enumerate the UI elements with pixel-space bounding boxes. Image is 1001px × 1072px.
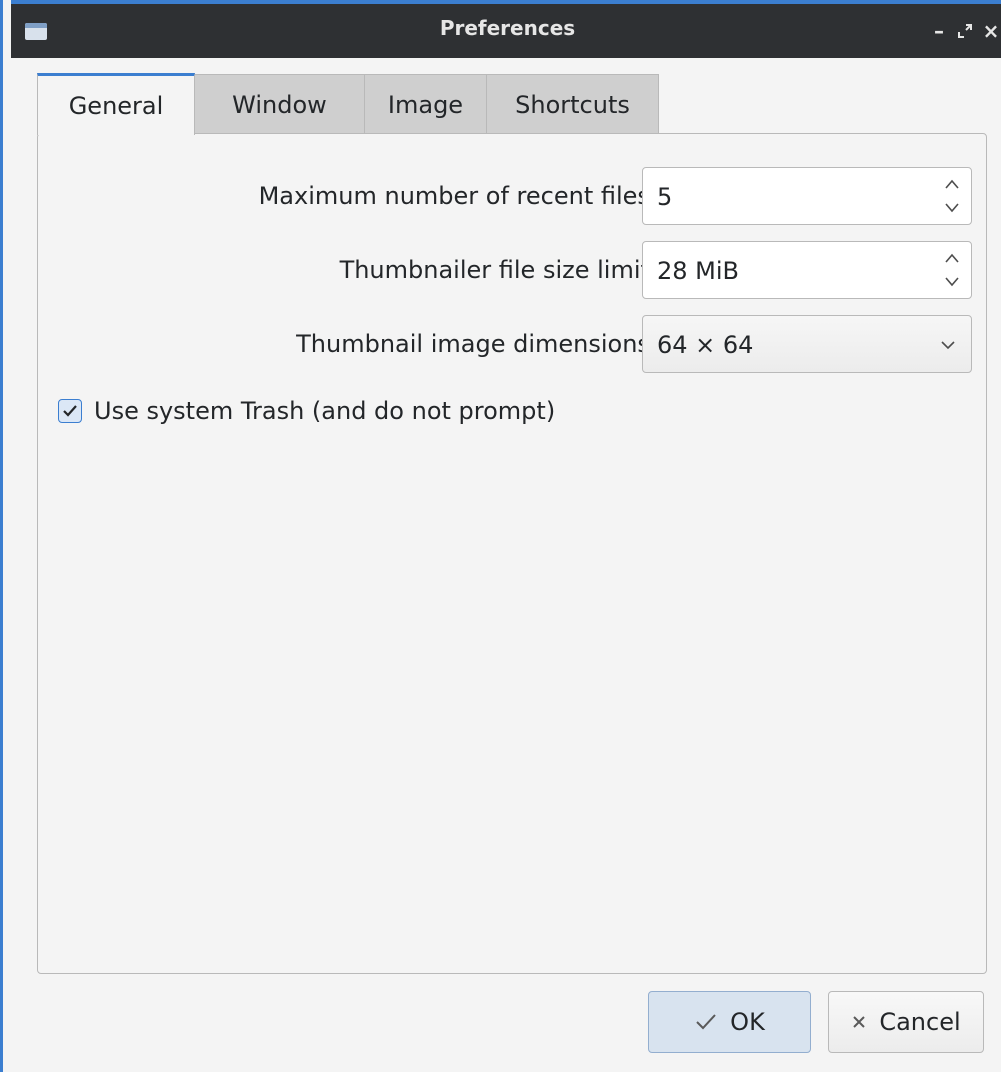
- checkmark-icon: [694, 1012, 718, 1032]
- ok-button-label: OK: [730, 1008, 765, 1036]
- tab-image[interactable]: Image: [365, 74, 487, 134]
- minimize-icon[interactable]: –: [926, 16, 952, 46]
- tab-window[interactable]: Window: [195, 74, 365, 134]
- recent-files-stepper: [941, 176, 963, 216]
- thumbnail-dimensions-value: 64 × 64: [657, 331, 754, 359]
- tab-shortcuts[interactable]: Shortcuts: [487, 74, 659, 134]
- general-panel: Maximum number of recent files: 5 Thumbn…: [37, 133, 987, 974]
- tab-general[interactable]: General: [37, 73, 195, 135]
- use-trash-option[interactable]: Use system Trash (and do not prompt): [58, 391, 555, 431]
- tab-bar: General Window Image Shortcuts: [37, 73, 659, 135]
- ok-button[interactable]: OK: [648, 991, 811, 1053]
- chevron-down-icon[interactable]: [943, 272, 961, 290]
- chevron-down-icon[interactable]: [943, 198, 961, 216]
- restore-icon[interactable]: [952, 16, 978, 46]
- thumbnailer-limit-value: 28 MiB: [657, 257, 740, 285]
- window-controls: – ×: [926, 4, 1001, 58]
- chevron-up-icon[interactable]: [943, 250, 961, 268]
- preferences-window: Preferences – × General Window Image Sho…: [0, 0, 1001, 1072]
- thumbnail-dimensions-label: Thumbnail image dimensions:: [296, 330, 658, 358]
- x-icon: [851, 1014, 867, 1030]
- use-trash-label: Use system Trash (and do not prompt): [94, 397, 556, 425]
- checkmark-icon: [63, 405, 77, 417]
- chevron-up-icon[interactable]: [943, 176, 961, 194]
- recent-files-label: Maximum number of recent files:: [258, 182, 658, 210]
- cancel-button[interactable]: Cancel: [828, 991, 984, 1053]
- thumbnailer-limit-label: Thumbnailer file size limit:: [339, 256, 658, 284]
- chevron-down-icon: [941, 341, 955, 350]
- thumbnailer-limit-spinbox[interactable]: 28 MiB: [642, 241, 972, 299]
- thumbnailer-limit-stepper: [941, 250, 963, 290]
- thumbnailer-limit-row: Thumbnailer file size limit: 28 MiB: [38, 241, 988, 299]
- use-trash-checkbox[interactable]: [58, 399, 82, 423]
- recent-files-spinbox[interactable]: 5: [642, 167, 972, 225]
- recent-files-value: 5: [657, 183, 673, 211]
- recent-files-row: Maximum number of recent files: 5: [38, 167, 988, 225]
- thumbnail-dimensions-row: Thumbnail image dimensions: 64 × 64: [38, 315, 988, 373]
- window-title: Preferences: [439, 16, 576, 40]
- close-icon[interactable]: ×: [978, 16, 1001, 46]
- cancel-button-label: Cancel: [879, 1008, 961, 1036]
- title-bar[interactable]: Preferences – ×: [11, 0, 1001, 58]
- thumbnail-dimensions-dropdown[interactable]: 64 × 64: [642, 315, 972, 373]
